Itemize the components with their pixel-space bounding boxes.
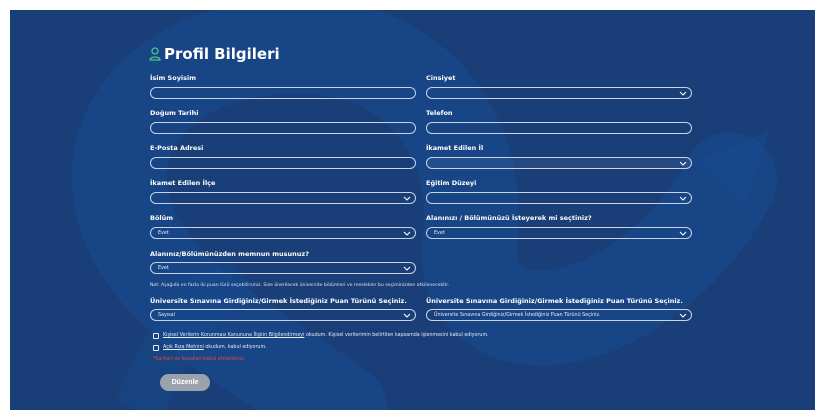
chose-willingly-select[interactable]: Evet xyxy=(426,227,692,239)
chevron-down-icon xyxy=(679,161,687,166)
phone-input[interactable] xyxy=(426,122,692,134)
explicit-consent-link[interactable]: Açık Rıza Metnini xyxy=(163,345,204,350)
page-title: Profil Bilgileri xyxy=(149,45,280,63)
gender-label: Cinsiyet xyxy=(426,74,456,82)
page-title-text: Profil Bilgileri xyxy=(164,45,280,63)
satisfied-label: Alanınız/Bölümünüzden memnun musunuz? xyxy=(150,250,309,258)
district-select[interactable] xyxy=(150,192,416,204)
chevron-down-icon xyxy=(403,266,411,271)
explicit-consent-checkbox[interactable] xyxy=(153,345,159,351)
district-label: İkamet Edilen İlçe xyxy=(150,179,216,187)
profile-panel: Profil Bilgileri İsim Soyisim Cinsiyet D… xyxy=(10,10,815,410)
score-type-2-select[interactable]: Üniversite Sınavına Girdiğiniz/Girmek İs… xyxy=(426,309,692,321)
kvkk-consent-text: Kişisel Verilerin Korunması Kanununa İli… xyxy=(163,333,489,338)
background-logo-shape xyxy=(71,10,778,410)
chevron-down-icon xyxy=(403,231,411,236)
education-select[interactable] xyxy=(426,192,692,204)
name-input[interactable] xyxy=(150,87,416,99)
chevron-down-icon xyxy=(679,91,687,96)
email-input[interactable] xyxy=(150,157,416,169)
birthdate-label: Doğum Tarihi xyxy=(150,109,199,117)
name-label: İsim Soyisim xyxy=(150,74,197,82)
city-select[interactable] xyxy=(426,157,692,169)
chevron-down-icon xyxy=(679,196,687,201)
score-type-2-label: Üniversite Sınavına Girdiğiniz/Girmek İs… xyxy=(426,297,683,305)
score-type-note: Not: Aşağıda en fazla iki puan türü seçe… xyxy=(150,283,450,288)
score-type-1-select[interactable]: Sayısal xyxy=(150,309,416,321)
chevron-down-icon xyxy=(679,231,687,236)
department-label: Bölüm xyxy=(150,214,174,222)
kvkk-checkbox[interactable] xyxy=(153,333,159,339)
gender-select[interactable] xyxy=(426,87,692,99)
city-label: İkamet Edilen İl xyxy=(426,144,484,152)
edit-button[interactable]: Düzenle xyxy=(160,374,210,391)
education-label: Eğitim Düzeyi xyxy=(426,179,477,187)
explicit-consent-text: Açık Rıza Metnini okudum, kabul ediyorum… xyxy=(163,345,267,350)
satisfied-select[interactable]: Evet xyxy=(150,262,416,274)
chose-willingly-label: Alanınızı / Bölümünüzü İsteyerek mi seçt… xyxy=(426,214,592,222)
user-icon xyxy=(149,47,161,61)
consent-error-message: *Sartlari ve kosullari kabul etmelisiniz… xyxy=(153,357,246,362)
score-type-1-label: Üniversite Sınavına Girdiğiniz/Girmek İs… xyxy=(150,297,407,305)
birthdate-input[interactable] xyxy=(150,122,416,134)
kvkk-link[interactable]: Kişisel Verilerin Korunması Kanununa İli… xyxy=(163,333,304,338)
phone-label: Telefon xyxy=(426,109,453,117)
email-label: E-Posta Adresi xyxy=(150,144,204,152)
chevron-down-icon xyxy=(679,313,687,318)
chevron-down-icon xyxy=(403,313,411,318)
chevron-down-icon xyxy=(403,196,411,201)
department-select[interactable]: Evet xyxy=(150,227,416,239)
